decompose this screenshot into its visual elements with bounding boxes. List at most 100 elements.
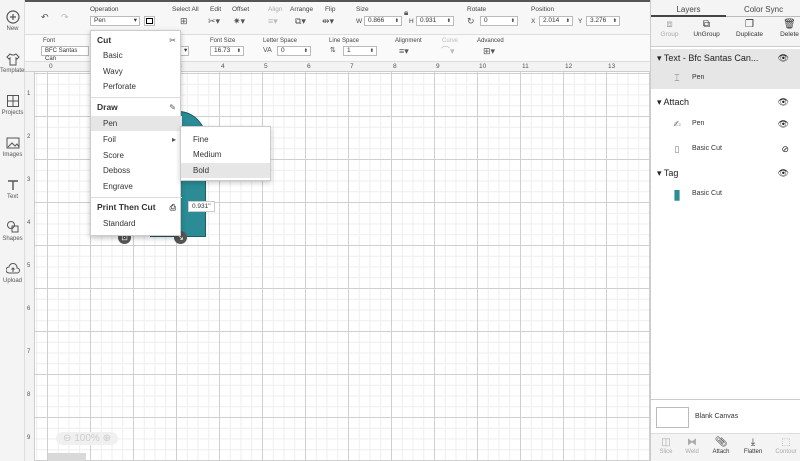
duplicate-label: Duplicate [735,31,764,38]
ruler-mark: 13 [608,63,616,70]
font-value: BFC Santas Can [45,48,78,62]
layer-group-tag[interactable]: ▾ Tag 👁︎ [651,164,800,182]
collapse-icon[interactable]: ▾ [657,53,662,63]
collapse-icon[interactable]: ▾ [657,97,662,107]
edit-scissors-icon[interactable]: ✂▾ [208,16,220,26]
stepper-icon: ⬍ [565,18,570,24]
font-size-input[interactable]: 16.73 ⬍ [210,46,244,56]
menu-item-deboss[interactable]: Deboss [91,163,182,178]
menu-item-wavy[interactable]: Wavy [91,64,182,79]
design-space-app: New Templates Projects Images Text Shape… [0,0,800,461]
operation-select[interactable]: Pen ▾ [90,16,140,26]
delete-button[interactable]: 🗑︎ Delete [771,18,800,44]
images-button[interactable]: Images [0,136,25,158]
duplicate-icon: ❐ [745,19,754,30]
upload-button[interactable]: Upload [0,262,25,284]
offset-icon[interactable]: ✷▾ [233,16,245,26]
rotate-icon[interactable]: ↻ [467,16,475,26]
attach-label: Attach [712,449,730,455]
select-all-icon[interactable]: ⊞ [180,16,188,26]
position-y-input[interactable]: 3.276 ⬍ [586,16,620,26]
collapse-icon[interactable]: ▾ [657,168,662,178]
text-button[interactable]: Text [0,178,25,200]
duplicate-button[interactable]: ❐ Duplicate [731,18,768,44]
ruler-mark: 6 [307,63,311,70]
redo-icon[interactable]: ↷ [61,12,69,22]
rotate-input[interactable]: 0 ⬍ [480,16,518,26]
line-space-input[interactable]: 1 ⬍ [343,46,377,56]
stepper-icon: ⬍ [394,18,399,24]
stepper-icon: ⬍ [612,18,617,24]
blank-canvas-row[interactable]: Blank Canvas [651,399,800,433]
menu-item-engrave[interactable]: Engrave [91,179,182,194]
menu-item-foil[interactable]: Foil ▸ [91,132,182,147]
width-value: 0.866 [368,17,385,24]
undo-icon[interactable]: ↶ [41,12,49,22]
flatten-button[interactable]: ⤓ Flatten [738,437,768,455]
font-dropdown-arrow[interactable]: ▾ [181,46,189,56]
curve-icon[interactable]: ⌒▾ [441,46,455,56]
templates-label: Templates [0,68,28,74]
advanced-icon[interactable]: ⊞▾ [483,46,495,56]
color-swatch[interactable] [144,16,155,26]
templates-button[interactable]: Templates [0,52,28,74]
weld-button[interactable]: ⧓ Weld [677,437,707,455]
horizontal-scrollbar[interactable] [48,453,86,461]
width-input[interactable]: 0.866 ⬍ [364,16,402,26]
height-input[interactable]: 0.931 ⬍ [416,16,454,26]
eye-icon[interactable]: 👁︎ [778,93,789,111]
flatten-icon: ⤓ [750,437,756,448]
x-label: X [531,18,536,25]
eye-icon[interactable]: 👁︎ [778,49,789,67]
attach-paperclip-icon: 📎︎ [714,437,728,448]
menu-item-pen[interactable]: Pen [91,116,182,131]
letter-space-input[interactable]: 0 ⬍ [277,46,311,56]
zoom-out-icon[interactable]: ⊖ [63,433,71,444]
projects-button[interactable]: Projects [0,94,25,116]
group-button[interactable]: ⧈ Group [651,18,688,44]
menu-item-basic[interactable]: Basic [91,48,182,63]
height-value: 0.931 [420,17,437,24]
shapes-button[interactable]: Shapes [0,220,25,242]
tab-color-sync[interactable]: Color Sync [726,3,800,17]
menu-item-standard[interactable]: Standard [91,216,182,231]
alignment-icon[interactable]: ≡▾ [399,46,409,56]
weld-icon: ⧓ [687,437,697,448]
flip-icon[interactable]: ⇹▾ [322,16,334,26]
eye-hidden-icon[interactable]: ⊘ [781,138,789,160]
align-icon[interactable]: ≡▾ [268,16,278,26]
submenu-item-bold[interactable]: Bold [181,163,270,178]
zoom-in-icon[interactable]: ⊕ [103,433,111,444]
menu-header-print-then-cut: Print Then Cut ⎙ [91,200,182,215]
arrange-icon[interactable]: ⧉▾ [295,16,306,26]
shapes-label: Shapes [2,236,23,242]
position-x-value: 2.014 [543,17,560,24]
cloud-upload-icon [5,263,20,274]
layer-group-attach[interactable]: ▾ Attach 👁︎ [651,93,800,111]
position-x-input[interactable]: 2.014 ⬍ [539,16,573,26]
attach-button[interactable]: 📎︎ Attach [706,437,736,455]
menu-item-score[interactable]: Score [91,148,182,163]
submenu-item-medium[interactable]: Medium [181,147,270,162]
eye-icon[interactable]: 👁︎ [778,164,789,182]
font-select[interactable]: BFC Santas Can [41,46,89,62]
ungroup-button[interactable]: ⧉ UnGroup [688,18,725,44]
lock-icon[interactable]: 🔒︎ [404,8,408,18]
layer-item-pen[interactable]: ⌶ Pen [651,67,800,89]
layer-item-basic-cut[interactable]: ▮ Basic Cut [651,183,800,205]
pen-icon: ✎ [169,103,176,112]
layer-item-basic-cut[interactable]: ▯ Basic Cut ⊘ [651,138,800,160]
foil-submenu: Fine Medium Bold [180,126,271,181]
menu-item-perforate[interactable]: Perforate [91,79,182,94]
zoom-control[interactable]: ⊖ 100% ⊕ [56,432,118,445]
submenu-item-fine[interactable]: Fine [181,132,270,147]
blank-canvas-swatch[interactable] [656,407,689,428]
ungroup-label: UnGroup [693,31,720,38]
new-button[interactable]: New [0,10,25,32]
contour-button[interactable]: ⬚ Contour [771,437,800,455]
layer-group-text[interactable]: ▾ Text - Bfc Santas Can... 👁︎ [651,49,800,67]
layer-item-pen[interactable]: ✍ Pen 👁︎ [651,113,800,135]
menu-header-draw-label: Draw [97,102,118,112]
eye-icon[interactable]: 👁︎ [778,113,789,135]
tab-layers[interactable]: Layers [651,3,726,17]
